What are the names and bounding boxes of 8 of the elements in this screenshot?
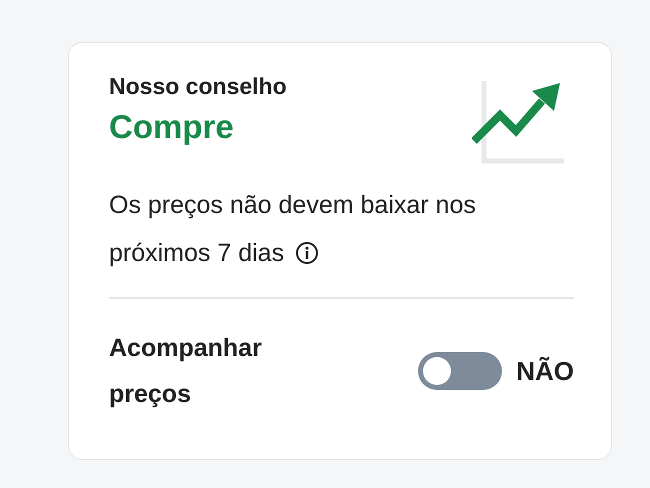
info-icon[interactable] — [295, 241, 320, 265]
toggle-state-text: NÃO — [516, 356, 574, 386]
toggle-switch[interactable] — [418, 352, 502, 390]
advice-label: Nosso conselho — [109, 73, 287, 100]
advice-verdict: Compre — [109, 108, 235, 146]
advice-description: Os preços não devem baixar nos próximos 7 dias — [109, 190, 477, 269]
trend-up-chart-icon — [472, 79, 564, 165]
tracking-label: Acompanhar preços — [109, 333, 263, 410]
